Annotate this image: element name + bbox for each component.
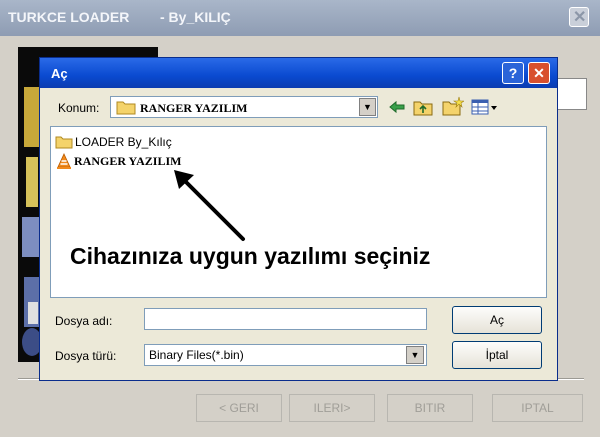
filetype-dropdown-button[interactable]: ▼ — [406, 346, 424, 364]
file-list — [50, 126, 547, 298]
close-icon: ✕ — [533, 65, 545, 81]
chevron-down-icon: ▼ — [363, 102, 372, 112]
up-folder-icon[interactable] — [413, 98, 433, 116]
help-button[interactable]: ? — [502, 62, 524, 84]
folder-icon — [55, 136, 73, 149]
filetype-value: Binary Files(*.bin) — [149, 348, 244, 362]
open-button[interactable]: Aç — [452, 306, 542, 334]
cancel-button[interactable]: İptal — [452, 341, 542, 369]
folder-icon — [116, 101, 136, 115]
filename-input[interactable] — [144, 308, 427, 330]
location-value: RANGER YAZILIM — [140, 101, 248, 115]
location-label: Konum: — [58, 101, 100, 115]
new-folder-icon[interactable] — [442, 96, 464, 116]
chevron-down-icon: ▼ — [410, 350, 420, 360]
outer-text-area — [555, 78, 587, 110]
file-item-loader[interactable]: LOADER By_Kılıç — [75, 135, 172, 151]
dialog-close-button[interactable]: ✕ — [528, 62, 550, 84]
outer-window-title: TURKCE LOADER — [8, 9, 130, 25]
question-icon: ? — [508, 65, 518, 81]
filetype-label: Dosya türü: — [55, 349, 117, 363]
vlc-cone-icon — [57, 153, 71, 169]
outer-window-subtitle: - By_KILIÇ — [160, 9, 231, 25]
close-icon: ✕ — [573, 9, 587, 26]
location-dropdown-button[interactable]: ▼ — [359, 98, 376, 116]
back-arrow-icon[interactable] — [388, 99, 406, 115]
outer-close-button[interactable]: ✕ — [569, 7, 589, 27]
view-menu-icon[interactable] — [471, 99, 499, 115]
dialog-title-bar — [40, 58, 557, 88]
dialog-title: Aç — [51, 66, 68, 81]
finish-button[interactable]: BITIR — [387, 394, 473, 422]
filename-label: Dosya adı: — [55, 314, 113, 328]
annotation-arrow-icon — [174, 170, 245, 241]
next-button[interactable]: ILERI> — [289, 394, 375, 422]
outer-cancel-button[interactable]: IPTAL — [492, 394, 583, 422]
instruction-annotation: Cihazınıza uygun yazılımı seçiniz — [70, 243, 431, 269]
back-button[interactable]: < GERI — [196, 394, 282, 422]
